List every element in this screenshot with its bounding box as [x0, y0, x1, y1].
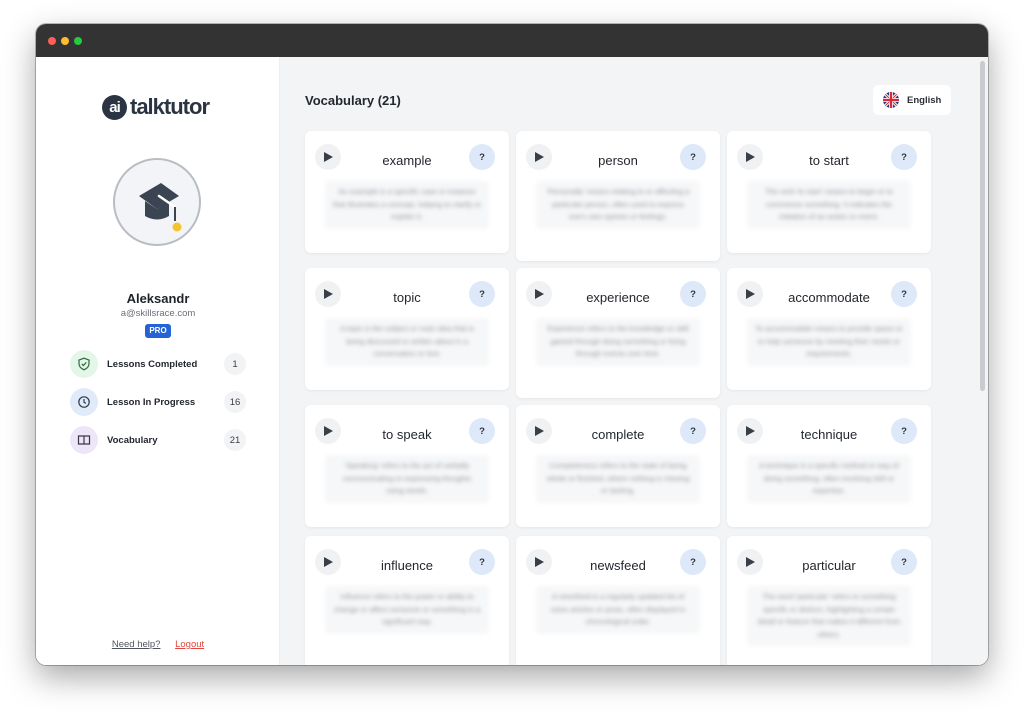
- vocabulary-card: newsfeed ? A newsfeed is a regularly upd…: [516, 536, 720, 665]
- vocabulary-definition: 'Speaking' refers to the act of verbally…: [325, 455, 489, 503]
- vocabulary-definition: Influence refers to the power or ability…: [325, 586, 489, 634]
- vocabulary-definition: The word 'particular' refers to somethin…: [747, 586, 911, 646]
- help-button[interactable]: ?: [469, 144, 495, 170]
- language-selector[interactable]: English: [873, 85, 951, 115]
- vocabulary-definition: 'Personally' means relating to or affect…: [536, 181, 700, 229]
- language-label: English: [907, 94, 942, 106]
- vocabulary-definition: To accommodate means to provide space or…: [747, 318, 911, 366]
- maximize-window-button[interactable]: [74, 37, 82, 45]
- sidebar-footer: Need help? Logout: [36, 639, 280, 650]
- vocabulary-definition: The verb 'to start' means to begin or to…: [747, 181, 911, 229]
- vocabulary-card: example ? An example is a specific case …: [305, 131, 509, 253]
- logo-text: talktutor: [130, 94, 210, 119]
- stat-lessons-completed[interactable]: Lessons Completed 1: [70, 350, 246, 378]
- user-email: a@skillsrace.com: [120, 308, 196, 319]
- help-button[interactable]: ?: [891, 418, 917, 444]
- logo-badge: ai: [102, 94, 127, 120]
- help-button[interactable]: ?: [891, 549, 917, 575]
- stat-count: 16: [224, 391, 246, 413]
- stat-label: Lessons Completed: [107, 358, 198, 370]
- vocabulary-card: technique ? A technique is a specific me…: [727, 405, 931, 527]
- help-button[interactable]: ?: [680, 281, 706, 307]
- avatar: [113, 158, 201, 246]
- sidebar: ai talktutor Aleksandr a@skillsrace.com …: [36, 57, 280, 665]
- vocabulary-definition: A newsfeed is a regularly updated list o…: [536, 586, 700, 634]
- main-content: Vocabulary (21) English example ? An exa…: [281, 57, 988, 665]
- help-button[interactable]: ?: [680, 418, 706, 444]
- page-title: Vocabulary (21): [305, 93, 401, 108]
- logout-link[interactable]: Logout: [175, 639, 204, 650]
- stat-count: 21: [224, 429, 246, 451]
- help-button[interactable]: ?: [891, 281, 917, 307]
- vocabulary-card: to speak ? 'Speaking' refers to the act …: [305, 405, 509, 527]
- help-button[interactable]: ?: [469, 281, 495, 307]
- vocabulary-card: to start ? The verb 'to start' means to …: [727, 131, 931, 253]
- shield-check-icon: [70, 350, 98, 378]
- vocabulary-card: experience ? Experience refers to the kn…: [516, 268, 720, 398]
- uk-flag-icon: [883, 92, 899, 108]
- vocabulary-definition: A technique is a specific method or way …: [747, 455, 911, 503]
- vocabulary-definition: An example is a specific case or instanc…: [325, 181, 489, 229]
- minimize-window-button[interactable]: [61, 37, 69, 45]
- close-window-button[interactable]: [48, 37, 56, 45]
- user-name: Aleksandr: [126, 291, 190, 306]
- help-button[interactable]: ?: [680, 144, 706, 170]
- vocabulary-definition: Completeness refers to the state of bein…: [536, 455, 700, 503]
- book-icon: [70, 426, 98, 454]
- stat-label: Lesson In Progress: [107, 396, 196, 408]
- title-bar: [36, 24, 988, 57]
- need-help-link[interactable]: Need help?: [112, 639, 161, 650]
- plan-badge: PRO: [145, 324, 171, 338]
- scrollbar[interactable]: [980, 61, 985, 391]
- help-button[interactable]: ?: [891, 144, 917, 170]
- vocabulary-card: influence ? Influence refers to the powe…: [305, 536, 509, 665]
- clock-icon: [70, 388, 98, 416]
- vocabulary-definition: Experience refers to the knowledge or sk…: [536, 318, 700, 366]
- vocabulary-card: complete ? Completeness refers to the st…: [516, 405, 720, 527]
- help-button[interactable]: ?: [680, 549, 706, 575]
- vocabulary-card: topic ? A topic is the subject or main i…: [305, 268, 509, 390]
- app-window: ai talktutor Aleksandr a@skillsrace.com …: [36, 24, 988, 665]
- help-button[interactable]: ?: [469, 418, 495, 444]
- help-button[interactable]: ?: [469, 549, 495, 575]
- logo[interactable]: ai talktutor: [102, 94, 210, 120]
- stat-lesson-in-progress[interactable]: Lesson In Progress 16: [70, 388, 246, 416]
- stat-label: Vocabulary: [107, 434, 158, 446]
- vocabulary-definition: A topic is the subject or main idea that…: [325, 318, 489, 366]
- vocabulary-card: person ? 'Personally' means relating to …: [516, 131, 720, 261]
- vocabulary-card: particular ? The word 'particular' refer…: [727, 536, 931, 665]
- stat-count: 1: [224, 353, 246, 375]
- vocabulary-card: accommodate ? To accommodate means to pr…: [727, 268, 931, 390]
- stat-vocabulary[interactable]: Vocabulary 21: [70, 426, 246, 454]
- graduation-cap-icon: [139, 183, 182, 232]
